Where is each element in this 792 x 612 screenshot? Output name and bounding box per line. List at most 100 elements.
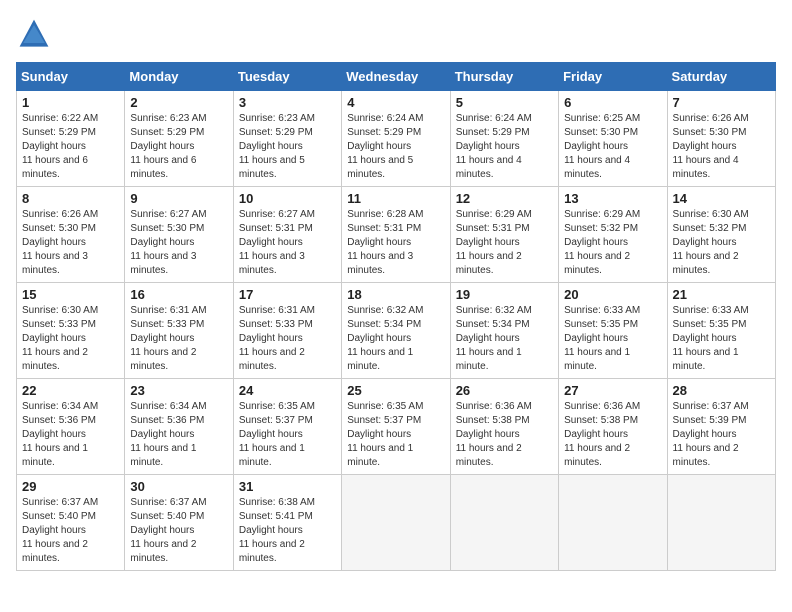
cell-info: Sunrise: 6:28 AMSunset: 5:31 PMDaylight … [347, 208, 444, 278]
cell-info: Sunrise: 6:33 AMSunset: 5:35 PMDaylight … [564, 304, 661, 374]
calendar-cell: 25 Sunrise: 6:35 AMSunset: 5:37 PMDayligh… [342, 379, 450, 475]
day-number: 1 [22, 95, 119, 110]
cell-info: Sunrise: 6:35 AMSunset: 5:37 PMDaylight … [239, 400, 336, 470]
day-number: 17 [239, 287, 336, 302]
day-number: 31 [239, 479, 336, 494]
logo [16, 16, 56, 52]
cell-info: Sunrise: 6:33 AMSunset: 5:35 PMDaylight … [673, 304, 770, 374]
calendar-cell: 2 Sunrise: 6:23 AMSunset: 5:29 PMDaylight… [125, 91, 233, 187]
day-number: 9 [130, 191, 227, 206]
cell-info: Sunrise: 6:35 AMSunset: 5:37 PMDaylight … [347, 400, 444, 470]
calendar-cell: 21 Sunrise: 6:33 AMSunset: 5:35 PMDayligh… [667, 283, 775, 379]
calendar-cell: 18Sunrise: 6:32 AMSunset: 5:34 PMDayligh… [342, 283, 450, 379]
cell-info: Sunrise: 6:36 AMSunset: 5:38 PMDaylight … [456, 400, 553, 470]
calendar-cell [667, 475, 775, 571]
calendar-cell: 12Sunrise: 6:29 AMSunset: 5:31 PMDayligh… [450, 187, 558, 283]
calendar-cell: 1 Sunrise: 6:22 AMSunset: 5:29 PMDaylight… [17, 91, 125, 187]
calendar-cell: 22Sunrise: 6:34 AMSunset: 5:36 PMDayligh… [17, 379, 125, 475]
cell-info: Sunrise: 6:27 AMSunset: 5:31 PMDaylight … [239, 208, 336, 278]
calendar-cell: 17Sunrise: 6:31 AMSunset: 5:33 PMDayligh… [233, 283, 341, 379]
calendar-cell: 20 Sunrise: 6:33 AMSunset: 5:35 PMDayligh… [559, 283, 667, 379]
day-number: 14 [673, 191, 770, 206]
day-number: 4 [347, 95, 444, 110]
week-row-4: 22Sunrise: 6:34 AMSunset: 5:36 PMDayligh… [17, 379, 776, 475]
cell-info: Sunrise: 6:27 AMSunset: 5:30 PMDaylight … [130, 208, 227, 278]
header-row: SundayMondayTuesdayWednesdayThursdayFrid… [17, 63, 776, 91]
logo-icon [16, 16, 52, 52]
cell-info: Sunrise: 6:29 AMSunset: 5:32 PMDaylight … [564, 208, 661, 278]
cell-info: Sunrise: 6:23 AMSunset: 5:29 PMDaylight … [239, 112, 336, 182]
day-number: 8 [22, 191, 119, 206]
cell-info: Sunrise: 6:22 AMSunset: 5:29 PMDaylight … [22, 112, 119, 182]
calendar-cell: 27Sunrise: 6:36 AMSunset: 5:38 PMDayligh… [559, 379, 667, 475]
cell-info: Sunrise: 6:32 AMSunset: 5:34 PMDaylight … [456, 304, 553, 374]
calendar-cell: 28Sunrise: 6:37 AMSunset: 5:39 PMDayligh… [667, 379, 775, 475]
day-number: 23 [130, 383, 227, 398]
cell-info: Sunrise: 6:34 AMSunset: 5:36 PMDaylight … [22, 400, 119, 470]
column-header-monday: Monday [125, 63, 233, 91]
day-number: 7 [673, 95, 770, 110]
cell-info: Sunrise: 6:34 AMSunset: 5:36 PMDaylight … [130, 400, 227, 470]
day-number: 27 [564, 383, 661, 398]
week-row-5: 29 Sunrise: 6:37 AMSunset: 5:40 PMDayligh… [17, 475, 776, 571]
calendar-cell: 11 Sunrise: 6:28 AMSunset: 5:31 PMDayligh… [342, 187, 450, 283]
column-header-thursday: Thursday [450, 63, 558, 91]
page-header [16, 16, 776, 52]
column-header-sunday: Sunday [17, 63, 125, 91]
day-number: 10 [239, 191, 336, 206]
calendar-cell [342, 475, 450, 571]
calendar-cell: 13 Sunrise: 6:29 AMSunset: 5:32 PMDayligh… [559, 187, 667, 283]
cell-info: Sunrise: 6:25 AMSunset: 5:30 PMDaylight … [564, 112, 661, 182]
calendar-cell: 10 Sunrise: 6:27 AMSunset: 5:31 PMDayligh… [233, 187, 341, 283]
cell-info: Sunrise: 6:23 AMSunset: 5:29 PMDaylight … [130, 112, 227, 182]
day-number: 3 [239, 95, 336, 110]
column-header-tuesday: Tuesday [233, 63, 341, 91]
day-number: 5 [456, 95, 553, 110]
calendar-cell: 19Sunrise: 6:32 AMSunset: 5:34 PMDayligh… [450, 283, 558, 379]
calendar-cell: 5 Sunrise: 6:24 AMSunset: 5:29 PMDaylight… [450, 91, 558, 187]
cell-info: Sunrise: 6:30 AMSunset: 5:32 PMDaylight … [673, 208, 770, 278]
day-number: 25 [347, 383, 444, 398]
calendar-cell: 26 Sunrise: 6:36 AMSunset: 5:38 PMDayligh… [450, 379, 558, 475]
day-number: 11 [347, 191, 444, 206]
calendar-cell: 15 Sunrise: 6:30 AMSunset: 5:33 PMDayligh… [17, 283, 125, 379]
calendar-cell: 9 Sunrise: 6:27 AMSunset: 5:30 PMDaylight… [125, 187, 233, 283]
calendar-cell [450, 475, 558, 571]
calendar-cell: 7 Sunrise: 6:26 AMSunset: 5:30 PMDaylight… [667, 91, 775, 187]
calendar-cell: 3 Sunrise: 6:23 AMSunset: 5:29 PMDaylight… [233, 91, 341, 187]
cell-info: Sunrise: 6:38 AMSunset: 5:41 PMDaylight … [239, 496, 336, 566]
cell-info: Sunrise: 6:32 AMSunset: 5:34 PMDaylight … [347, 304, 444, 374]
calendar-cell: 23 Sunrise: 6:34 AMSunset: 5:36 PMDayligh… [125, 379, 233, 475]
day-number: 13 [564, 191, 661, 206]
day-number: 2 [130, 95, 227, 110]
day-number: 6 [564, 95, 661, 110]
day-number: 20 [564, 287, 661, 302]
day-number: 15 [22, 287, 119, 302]
column-header-friday: Friday [559, 63, 667, 91]
cell-info: Sunrise: 6:30 AMSunset: 5:33 PMDaylight … [22, 304, 119, 374]
calendar-cell: 31 Sunrise: 6:38 AMSunset: 5:41 PMDayligh… [233, 475, 341, 571]
calendar-table: SundayMondayTuesdayWednesdayThursdayFrid… [16, 62, 776, 571]
calendar-cell: 29 Sunrise: 6:37 AMSunset: 5:40 PMDayligh… [17, 475, 125, 571]
calendar-cell: 6 Sunrise: 6:25 AMSunset: 5:30 PMDaylight… [559, 91, 667, 187]
week-row-2: 8 Sunrise: 6:26 AMSunset: 5:30 PMDaylight… [17, 187, 776, 283]
calendar-cell: 30 Sunrise: 6:37 AMSunset: 5:40 PMDayligh… [125, 475, 233, 571]
cell-info: Sunrise: 6:26 AMSunset: 5:30 PMDaylight … [673, 112, 770, 182]
day-number: 26 [456, 383, 553, 398]
cell-info: Sunrise: 6:37 AMSunset: 5:40 PMDaylight … [22, 496, 119, 566]
calendar-cell: 4Sunrise: 6:24 AMSunset: 5:29 PMDaylight… [342, 91, 450, 187]
day-number: 16 [130, 287, 227, 302]
cell-info: Sunrise: 6:26 AMSunset: 5:30 PMDaylight … [22, 208, 119, 278]
day-number: 21 [673, 287, 770, 302]
day-number: 28 [673, 383, 770, 398]
cell-info: Sunrise: 6:31 AMSunset: 5:33 PMDaylight … [130, 304, 227, 374]
calendar-cell [559, 475, 667, 571]
calendar-cell: 16 Sunrise: 6:31 AMSunset: 5:33 PMDayligh… [125, 283, 233, 379]
day-number: 24 [239, 383, 336, 398]
day-number: 29 [22, 479, 119, 494]
cell-info: Sunrise: 6:37 AMSunset: 5:40 PMDaylight … [130, 496, 227, 566]
cell-info: Sunrise: 6:24 AMSunset: 5:29 PMDaylight … [456, 112, 553, 182]
day-number: 30 [130, 479, 227, 494]
week-row-3: 15 Sunrise: 6:30 AMSunset: 5:33 PMDayligh… [17, 283, 776, 379]
day-number: 12 [456, 191, 553, 206]
